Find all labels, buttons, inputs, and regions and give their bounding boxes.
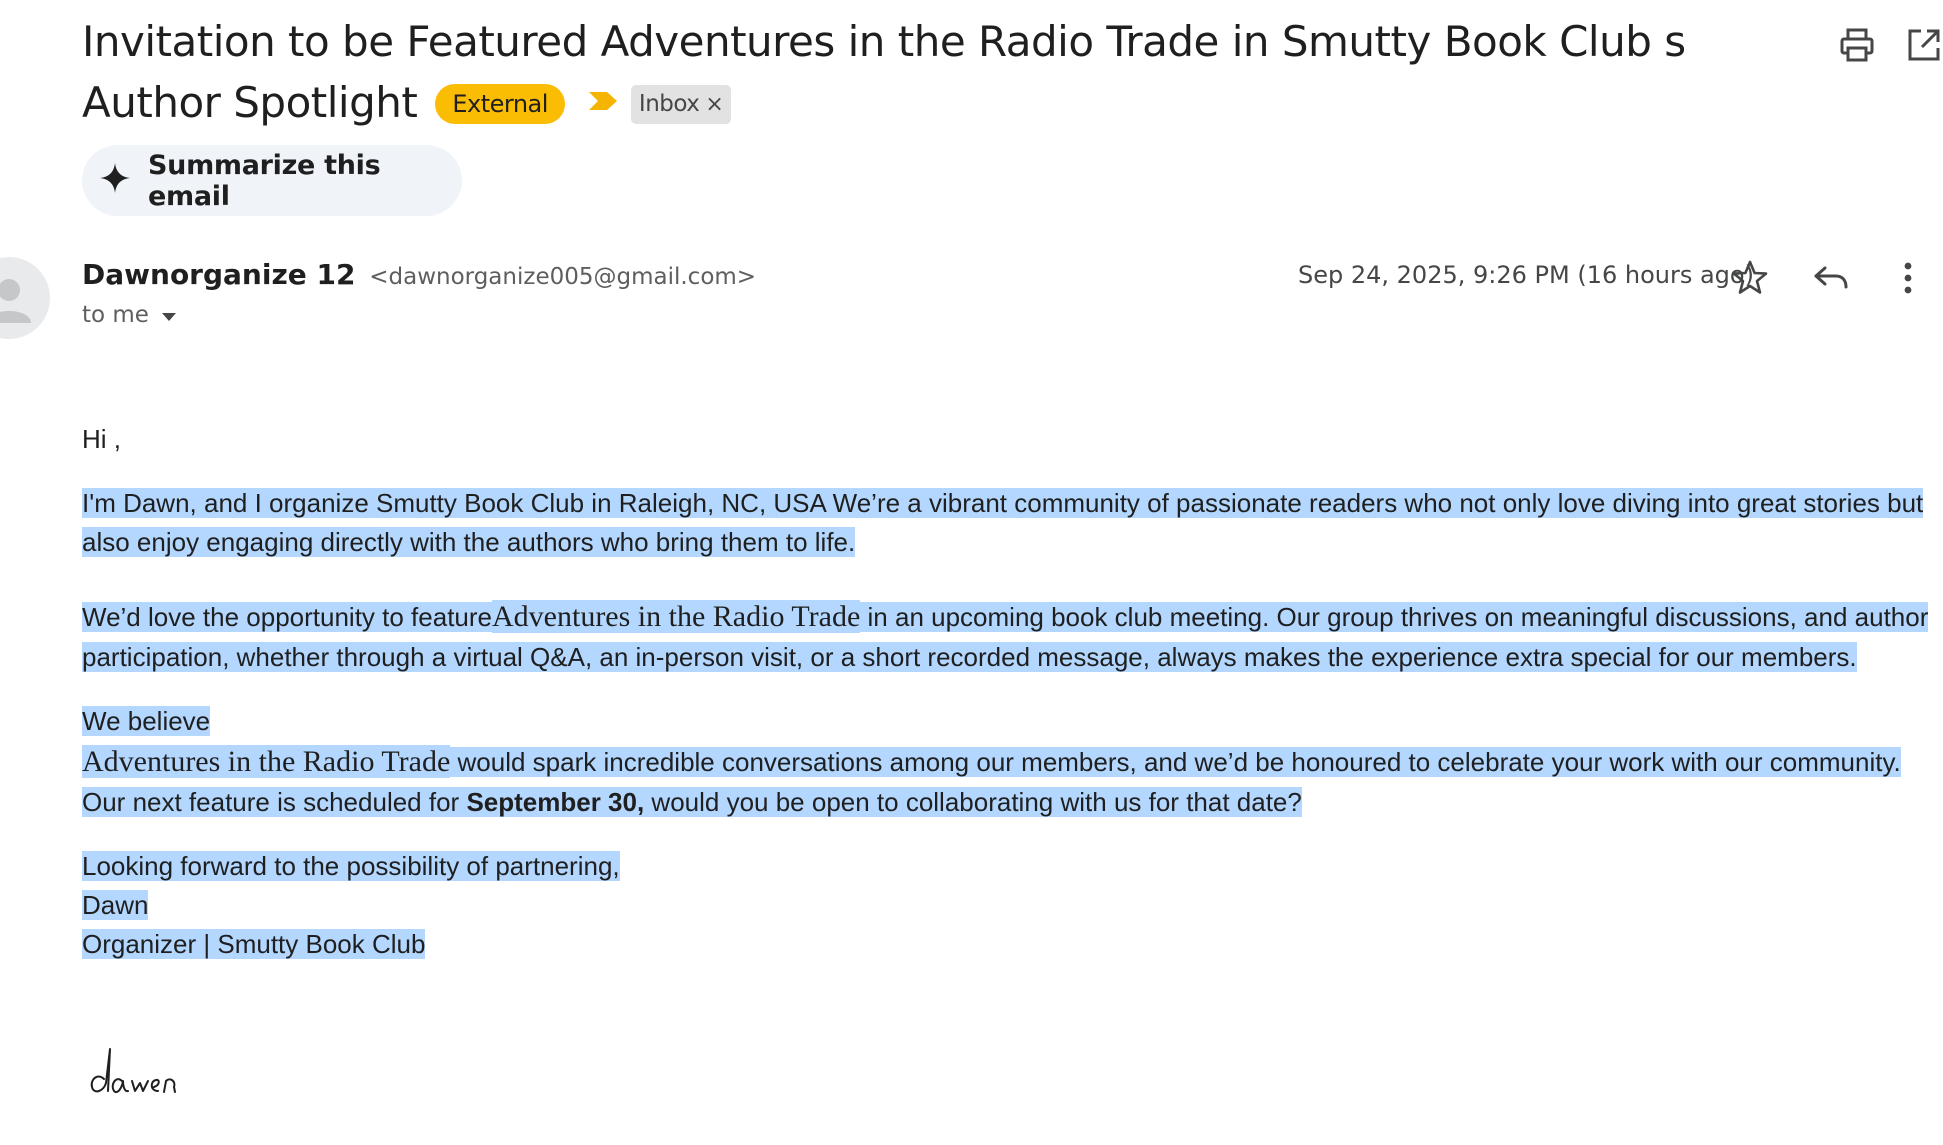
email-body: Hi , I'm Dawn, and I organize Smutty Boo… [82, 420, 1943, 964]
believe-text: We believe [82, 706, 211, 736]
schedule-question: would you be open to collaborating with … [644, 787, 1302, 817]
sign-name-line: Dawn [82, 886, 1943, 925]
inbox-label: Inbox × [630, 85, 732, 124]
sign-title: Organizer | Smutty Book Club [82, 929, 426, 959]
believe-paragraph: We believe [82, 702, 1943, 741]
printer-icon[interactable] [1838, 26, 1876, 64]
inbox-label-text: Inbox [638, 91, 700, 117]
sender-info: Dawnorganize 12 <dawnorganize005@gmail.c… [82, 258, 756, 291]
schedule-date: September 30, [466, 787, 645, 817]
summarize-email-button[interactable]: Summarize this email [82, 145, 462, 216]
intro-text: I'm Dawn, and I organize Smutty Book Clu… [82, 488, 1924, 557]
closing-line: Looking forward to the possibility of pa… [82, 847, 1943, 886]
sign-name: Dawn [82, 890, 149, 920]
remove-label-icon[interactable]: × [705, 92, 723, 117]
sign-title-line: Organizer | Smutty Book Club [82, 925, 1943, 964]
conversations-text: would spark incredible conversations amo… [450, 747, 1901, 777]
conversations-paragraph: Adventures in the Radio Trade would spar… [82, 741, 1943, 783]
external-label: External [435, 84, 565, 124]
subject-text: Invitation to be Featured Adventures in … [82, 17, 1686, 127]
closing-text: Looking forward to the possibility of pa… [82, 851, 620, 881]
more-vert-icon[interactable] [1887, 257, 1929, 299]
sender-email: <dawnorganize005@gmail.com> [369, 264, 757, 290]
sender-name[interactable]: Dawnorganize 12 [82, 258, 355, 291]
schedule-paragraph: Our next feature is scheduled for Septem… [82, 783, 1943, 822]
email-date: Sep 24, 2025, 9:26 PM (16 hours ago) [1298, 261, 1754, 289]
recipient-label: to me [82, 302, 149, 328]
subject-row: Invitation to be Featured Adventures in … [82, 14, 1802, 131]
email-subject: Invitation to be Featured Adventures in … [82, 14, 1802, 131]
feature-text-pre: We’d love the opportunity to feature [82, 602, 492, 632]
importance-marker-icon[interactable] [587, 70, 619, 126]
avatar[interactable] [0, 257, 50, 339]
reply-icon[interactable] [1810, 257, 1852, 299]
star-icon[interactable] [1729, 257, 1771, 299]
handwritten-signature [88, 1045, 198, 1110]
book-title-2: Adventures in the Radio Trade [82, 745, 451, 778]
sparkle-icon [100, 163, 130, 198]
greeting: Hi , [82, 424, 121, 454]
book-title: Adventures in the Radio Trade [492, 600, 861, 633]
intro-paragraph: I'm Dawn, and I organize Smutty Book Clu… [82, 484, 1932, 562]
recipient-details[interactable]: to me [82, 302, 177, 328]
chevron-down-icon[interactable] [149, 302, 177, 328]
summarize-label: Summarize this email [148, 149, 381, 212]
feature-paragraph: We’d love the opportunity to featureAdve… [82, 597, 1932, 677]
open-in-new-window-icon[interactable] [1905, 26, 1943, 64]
schedule-text: Our next feature is scheduled for [82, 787, 467, 817]
